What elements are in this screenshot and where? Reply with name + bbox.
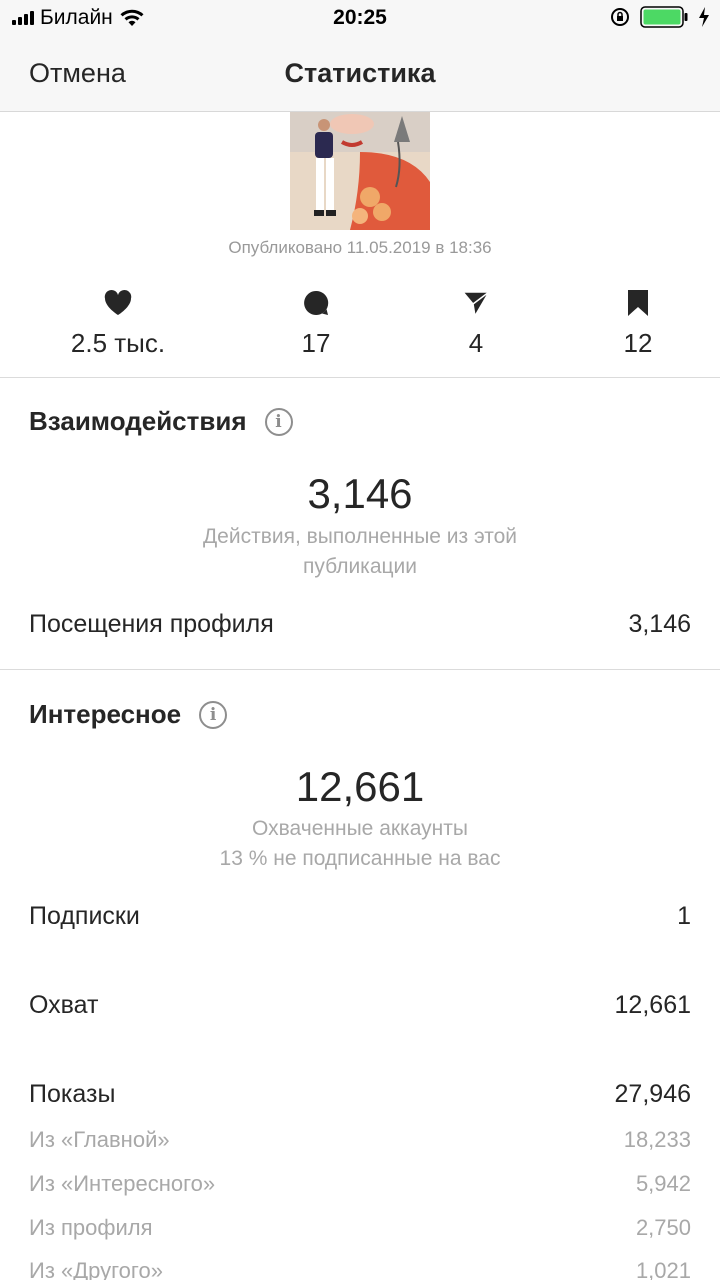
- interactions-caption-line2: публикации: [303, 555, 417, 578]
- published-date: Опубликовано 11.05.2019 в 18:36: [228, 238, 492, 257]
- comment-icon: [304, 290, 329, 315]
- discovery-section-title: Интересное i: [29, 699, 228, 730]
- from-home-row: Из «Главной» 18,233: [29, 1127, 691, 1153]
- info-icon[interactable]: i: [264, 407, 293, 436]
- shares-value: 4: [468, 328, 484, 358]
- orientation-lock-icon: [611, 8, 629, 26]
- battery-icon: [640, 6, 688, 28]
- follows-row: Подписки 1: [29, 902, 691, 931]
- divider: [0, 377, 720, 378]
- interactions-section-title: Взаимодействия i: [29, 406, 293, 437]
- follows-value: 1: [677, 902, 691, 930]
- saves-value: 12: [623, 328, 653, 358]
- profile-visits-label: Посещения профиля: [29, 610, 274, 638]
- post-thumbnail[interactable]: [290, 112, 430, 230]
- from-profile-row: Из профиля 2,750: [29, 1215, 691, 1241]
- comments-value: 17: [301, 328, 331, 358]
- from-profile-label: Из профиля: [29, 1215, 153, 1240]
- discovery-caption-line2: 13 % не подписанные на вас: [219, 847, 501, 870]
- from-home-label: Из «Главной»: [29, 1127, 170, 1152]
- discovery-caption-line1: Охваченные аккаунты: [252, 817, 468, 840]
- from-other-row: Из «Другого» 1,021: [29, 1258, 691, 1280]
- from-profile-value: 2,750: [635, 1215, 691, 1240]
- reach-row: Охват 12,661: [29, 991, 691, 1020]
- shares-count: 4: [396, 288, 556, 359]
- discovery-title: Интересное: [29, 699, 182, 729]
- discovery-total: 12,661: [295, 763, 425, 810]
- page-title: Статистика: [284, 58, 436, 88]
- nav-bar: Отмена Статистика: [0, 36, 720, 112]
- interactions-title: Взаимодействия: [29, 406, 247, 436]
- interactions-caption-line1: Действия, выполненные из этой: [202, 525, 518, 548]
- from-other-value: 1,021: [635, 1258, 691, 1280]
- impressions-label: Показы: [29, 1080, 116, 1108]
- likes-value: 2.5 тыс.: [70, 328, 166, 358]
- from-home-value: 18,233: [623, 1127, 691, 1152]
- reach-label: Охват: [29, 991, 99, 1019]
- info-icon[interactable]: i: [199, 700, 228, 729]
- profile-visits-value: 3,146: [628, 610, 691, 638]
- from-explore-value: 5,942: [635, 1171, 691, 1196]
- from-other-label: Из «Другого»: [29, 1258, 163, 1280]
- profile-visits-row: Посещения профиля 3,146: [29, 610, 691, 639]
- follows-label: Подписки: [29, 902, 140, 930]
- impressions-value: 27,946: [614, 1080, 691, 1108]
- heart-icon: [104, 290, 132, 315]
- reach-value: 12,661: [614, 991, 691, 1019]
- impressions-row: Показы 27,946: [29, 1080, 691, 1109]
- interactions-total: 3,146: [307, 470, 413, 517]
- likes-count: 2.5 тыс.: [38, 288, 198, 359]
- bookmark-icon: [628, 290, 648, 316]
- from-explore-label: Из «Интересного»: [29, 1171, 216, 1196]
- comments-count: 17: [236, 288, 396, 359]
- status-bar: Билайн 20:25: [0, 0, 720, 36]
- saves-count: 12: [558, 288, 718, 359]
- status-right: [610, 6, 710, 28]
- charging-icon: [699, 7, 709, 27]
- post-photo-icon: [290, 112, 430, 230]
- divider: [0, 669, 720, 670]
- send-icon: [461, 291, 491, 318]
- post-counts: 2.5 тыс. 17 4 12: [0, 288, 720, 368]
- from-explore-row: Из «Интересного» 5,942: [29, 1171, 691, 1197]
